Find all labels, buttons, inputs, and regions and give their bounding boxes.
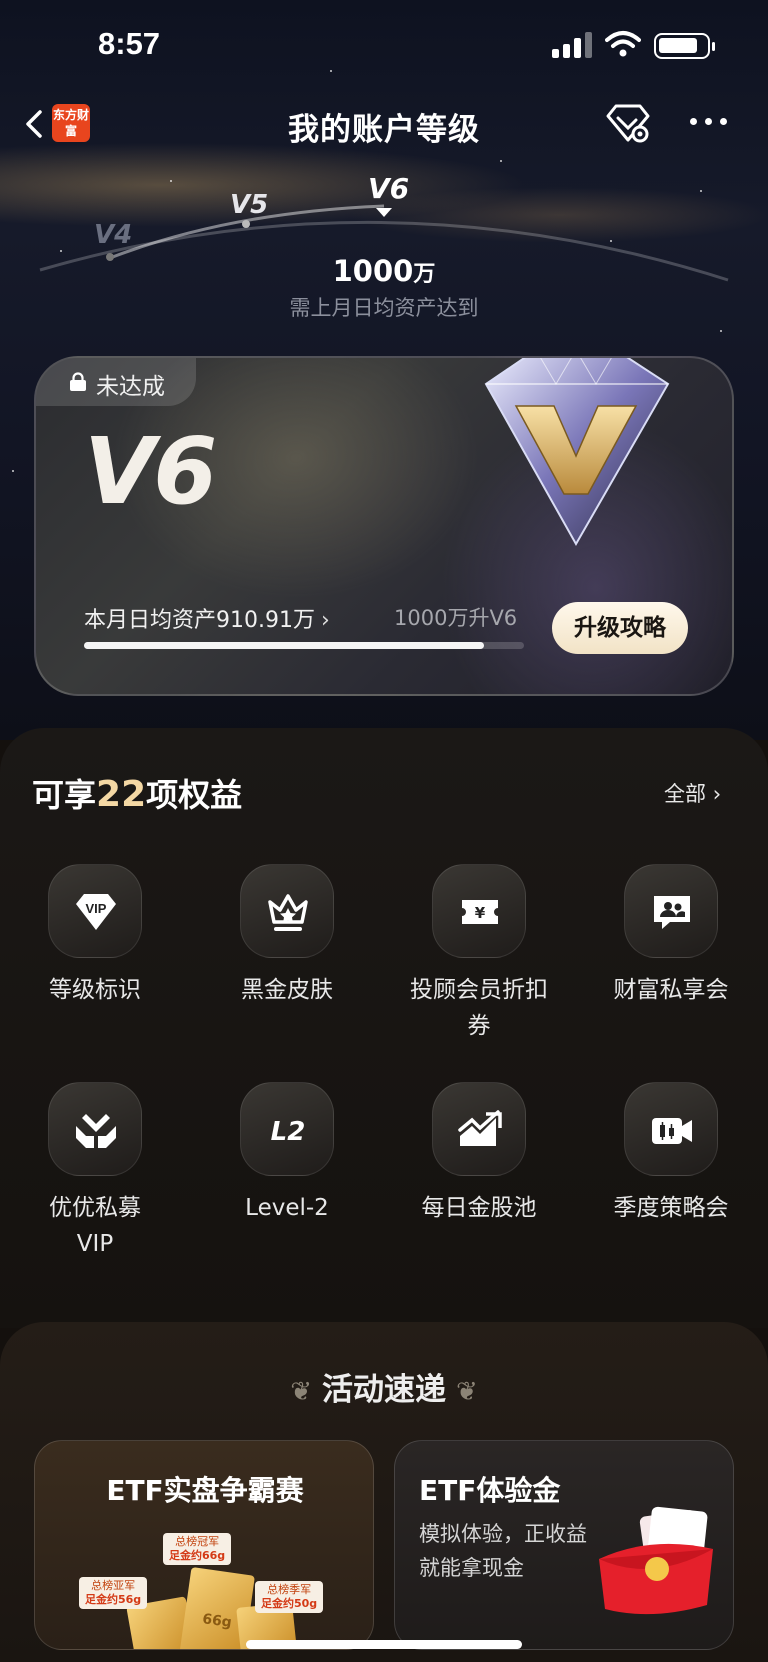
laurel-left-icon: ❦ xyxy=(290,1377,312,1407)
coupon-yen-icon: ¥ xyxy=(462,900,498,924)
level-marker-v6[interactable]: V6 xyxy=(368,172,409,205)
wifi-icon xyxy=(605,31,641,57)
prize-tag-rank: 总榜季军 xyxy=(267,1583,312,1596)
benefit-icon-tile: ¥ xyxy=(432,864,526,958)
status-bar: 8:57 xyxy=(0,0,768,92)
benefit-item[interactable]: 优优私募VIP xyxy=(0,1082,190,1262)
level-card: 未达成 V6 本月日均资产910.91万 › 1000万升V6 升级攻略 xyxy=(34,356,734,696)
chevron-right-icon: › xyxy=(712,782,722,806)
vip-settings-icon[interactable] xyxy=(604,102,652,146)
benefit-label: 等级标识 xyxy=(49,977,141,1003)
star-decoration xyxy=(720,330,722,332)
monthly-average-asset[interactable]: 本月日均资产910.91万 › xyxy=(84,602,330,634)
benefit-label: 季度策略会 xyxy=(613,1195,729,1221)
target-value-unit: 万 xyxy=(413,262,436,287)
prize-tag-amount: 足金约66g xyxy=(169,1549,226,1562)
prize-tag: 总榜季军 足金约50g xyxy=(255,1581,324,1613)
benefit-label: 每日金股池 xyxy=(421,1195,537,1221)
benefit-icon-tile: VIP xyxy=(48,864,142,958)
benefits-title: 可享22项权益 xyxy=(32,770,242,816)
red-envelope-icon xyxy=(599,1506,713,1615)
prize-tag: 总榜亚军 足金约56g xyxy=(79,1577,148,1609)
benefit-icon-tile xyxy=(48,1082,142,1176)
vip-diamond-icon: VIP xyxy=(76,894,116,930)
upgrade-guide-button[interactable]: 升级攻略 xyxy=(552,602,688,654)
benefits-section: 可享22项权益 全部 › VIP 等级标识 黑金皮肤 ¥ 投顾会员折扣券 财富私… xyxy=(0,728,768,1328)
prize-tag-amount: 足金约50g xyxy=(261,1597,318,1610)
trend-chart-icon xyxy=(458,1110,502,1146)
crown-icon xyxy=(268,894,308,931)
star-decoration xyxy=(12,470,14,472)
status-badge: 未达成 xyxy=(36,358,196,406)
status-label: 未达成 xyxy=(96,374,165,400)
lock-icon xyxy=(70,372,86,391)
target-caption: 需上月日均资产达到 xyxy=(289,296,479,320)
benefit-icon-tile xyxy=(624,1082,718,1176)
target-value-number: 1000 xyxy=(332,254,414,288)
target-asset-value: 1000万 xyxy=(0,254,768,288)
benefit-item[interactable]: 每日金股池 xyxy=(384,1082,574,1226)
video-camera-icon xyxy=(652,1118,692,1144)
level-marker-v4[interactable]: V4 xyxy=(94,220,132,250)
benefit-item[interactable]: 财富私享会 xyxy=(576,864,766,1008)
svg-text:VIP: VIP xyxy=(86,901,107,916)
activities-title-text: 活动速递 xyxy=(322,1372,446,1408)
svg-text:L2: L2 xyxy=(271,1117,306,1147)
level-marker-v5[interactable]: V5 xyxy=(230,190,268,220)
prize-tag-rank: 总榜亚军 xyxy=(91,1579,136,1592)
benefits-count: 22 xyxy=(96,774,147,815)
etf-contest-card[interactable]: ETF实盘争霸赛 66g 总榜冠军 足金约66g 总榜亚军 足金约56g 总榜季军足… xyxy=(34,1440,374,1650)
benefit-item[interactable]: VIP 等级标识 xyxy=(0,864,190,1008)
benefit-item[interactable]: L2 Level-2 xyxy=(192,1082,382,1226)
level-name: V6 xyxy=(84,418,217,525)
activities-title: ❦ 活动速递 ❦ xyxy=(0,1364,768,1409)
battery-icon xyxy=(654,33,715,59)
page-title: 我的账户等级 xyxy=(288,112,480,148)
benefits-title-suffix: 项权益 xyxy=(146,776,243,814)
benefit-icon-tile xyxy=(432,1082,526,1176)
more-icon[interactable] xyxy=(690,118,730,128)
etf-trial-fund-card[interactable]: ETF体验金 模拟体验，正收益就能拿现金 xyxy=(394,1440,734,1650)
benefit-item[interactable]: 季度策略会 xyxy=(576,1082,766,1226)
benefit-label: 优优私募VIP xyxy=(49,1195,141,1257)
benefit-icon-tile: L2 xyxy=(240,1082,334,1176)
l2-icon: L2 xyxy=(271,1117,306,1147)
benefits-title-prefix: 可享 xyxy=(32,776,97,814)
benefit-item[interactable]: ¥ 投顾会员折扣券 xyxy=(384,864,574,1044)
avg-asset-label: 本月日均资产910.91万 xyxy=(84,608,315,633)
activity-card-subtitle: 模拟体验，正收益就能拿现金 xyxy=(419,1522,587,1580)
activity-card-title: ETF实盘争霸赛 xyxy=(106,1474,304,1507)
benefit-label: 财富私享会 xyxy=(613,977,729,1003)
benefit-label: Level-2 xyxy=(245,1195,329,1221)
chevron-right-icon: › xyxy=(320,608,330,633)
diamond-badge-icon xyxy=(484,358,670,547)
activity-card-title: ETF体验金 xyxy=(419,1474,561,1507)
asset-progress-fill xyxy=(84,642,485,649)
prize-tag-amount: 足金约56g xyxy=(85,1593,142,1606)
prize-tag-rank: 总榜冠军 xyxy=(175,1535,220,1548)
benefit-icon-tile xyxy=(624,864,718,958)
people-chat-icon xyxy=(654,896,690,929)
laurel-right-icon: ❦ xyxy=(456,1377,478,1407)
view-all-label: 全部 xyxy=(664,782,706,806)
home-indicator xyxy=(246,1640,522,1649)
view-all-link[interactable]: 全部 › xyxy=(664,778,721,808)
benefit-item[interactable]: 黑金皮肤 xyxy=(192,864,382,1008)
activities-section: ❦ 活动速递 ❦ ETF实盘争霸赛 66g 总榜冠军 足金约66g 总榜亚军 足金约56… xyxy=(0,1322,768,1662)
signal-icon xyxy=(552,32,596,58)
gold-bar-label: 66g xyxy=(201,1611,233,1632)
asset-progress-bar xyxy=(84,642,524,649)
svg-text:¥: ¥ xyxy=(475,904,486,922)
status-time: 8:57 xyxy=(98,26,161,61)
prize-tag: 总榜冠军 足金约66g xyxy=(163,1533,232,1565)
upgrade-target: 1000万升V6 xyxy=(394,606,518,630)
benefit-icon-tile xyxy=(240,864,334,958)
nav-bar: 东方财富 我的账户等级 xyxy=(0,92,768,156)
benefit-label: 黑金皮肤 xyxy=(241,977,333,1003)
benefit-label: 投顾会员折扣券 xyxy=(410,977,548,1039)
hands-heart-icon xyxy=(76,1114,116,1148)
